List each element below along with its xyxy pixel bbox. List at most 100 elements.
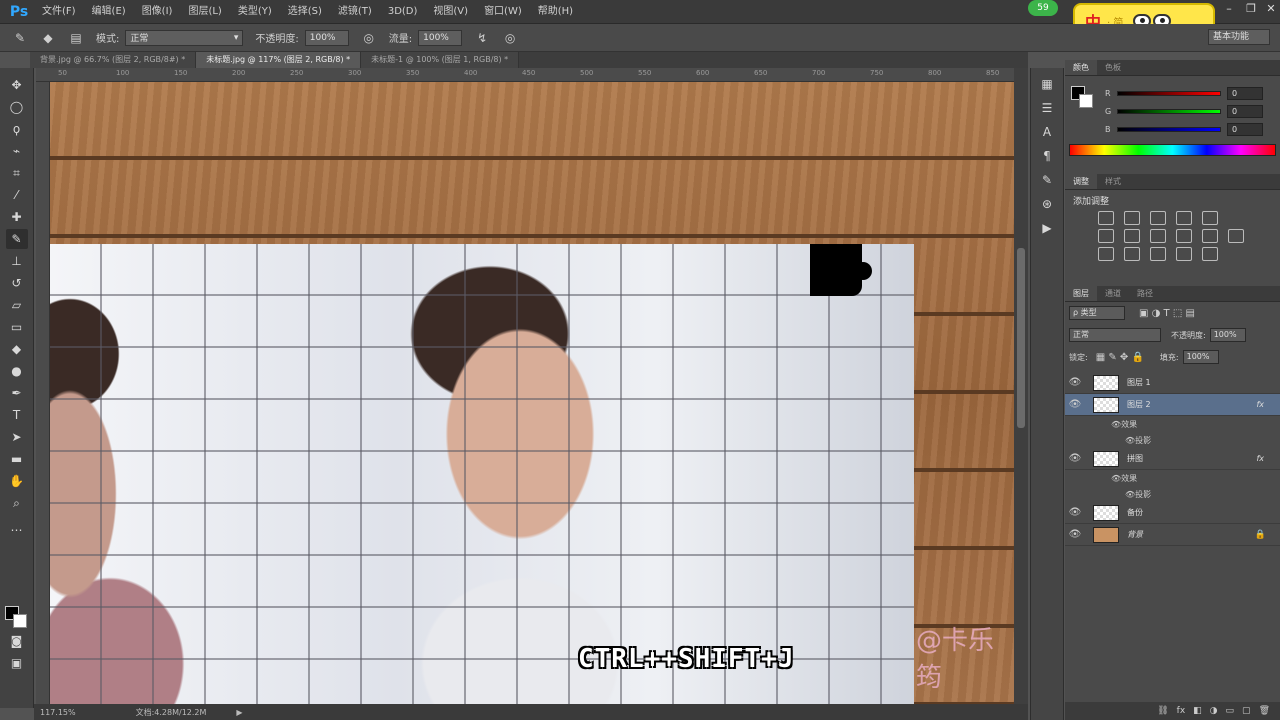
channel-value[interactable]: 0 — [1227, 104, 1263, 118]
workspace-select[interactable]: 基本功能 — [1208, 29, 1270, 45]
brush-panel-icon[interactable]: ▤ — [66, 28, 86, 48]
close-icon[interactable]: ✕ — [1260, 0, 1280, 18]
new-layer-icon[interactable]: ▢ — [1242, 706, 1251, 716]
quick-mask-icon[interactable]: ◙ — [6, 631, 28, 651]
fx-icon[interactable]: fx — [1256, 400, 1264, 409]
filter-icons[interactable]: ▣ ◑ T ⬚ ▤ — [1139, 308, 1195, 319]
tab-channels[interactable]: 通道 — [1097, 286, 1129, 301]
menu-3d[interactable]: 3D(D) — [380, 0, 426, 24]
tab-swatches[interactable]: 色板 — [1097, 60, 1129, 75]
eye-small-icon[interactable]: 👁 — [1111, 420, 1121, 429]
blend-mode-select[interactable]: 正常 — [1069, 328, 1161, 342]
history-panel-icon[interactable]: ▦ — [1036, 74, 1058, 94]
tab-styles[interactable]: 样式 — [1097, 174, 1129, 189]
invert-icon[interactable] — [1097, 247, 1114, 261]
notification-badge[interactable]: 59 — [1028, 0, 1058, 16]
more-tools-icon[interactable]: ⋯ — [6, 520, 28, 540]
brush-tool-icon[interactable]: ✎ — [5, 229, 28, 249]
blur-tool-icon[interactable]: ◆ — [6, 339, 28, 359]
exposure-icon[interactable] — [1175, 211, 1192, 225]
vibrance-icon[interactable] — [1201, 211, 1218, 225]
layer-name[interactable]: 图层 2 — [1127, 399, 1151, 410]
layer-kind-select[interactable]: ρ 类型 — [1069, 306, 1125, 320]
pressure-size-icon[interactable]: ◎ — [500, 28, 520, 48]
doc-tab-3[interactable]: 未标题-1 @ 100% (图层 1, RGB/8) * — [361, 52, 520, 68]
new-group-icon[interactable]: ▭ — [1226, 706, 1235, 716]
properties-panel-icon[interactable]: ☰ — [1036, 98, 1058, 118]
menu-image[interactable]: 图像(I) — [134, 0, 181, 24]
channel-g[interactable]: G 0 — [1065, 102, 1280, 120]
bg-color-chip[interactable] — [1079, 94, 1093, 108]
path-select-tool-icon[interactable]: ➤ — [6, 427, 28, 447]
visibility-eye-icon[interactable]: 👁 — [1065, 507, 1085, 518]
status-arrow-icon[interactable]: ▶ — [236, 708, 242, 717]
color-balance-icon[interactable] — [1123, 229, 1140, 243]
brush-preset-icon[interactable]: ✎ — [10, 28, 30, 48]
brush-panel-icon[interactable]: ✎ — [1036, 170, 1058, 190]
tab-adjustments[interactable]: 调整 — [1065, 174, 1097, 189]
layer-row[interactable]: 👁 图层 2 fx — [1065, 394, 1280, 416]
marquee-tool-icon[interactable]: ◯ — [6, 97, 28, 117]
fx-menu-icon[interactable]: fx — [1177, 706, 1186, 716]
canvas[interactable]: CTRL++SHIFT+J @卡乐筠 — [50, 82, 1014, 704]
flow-input[interactable]: 100% — [418, 29, 463, 46]
gradient-map-icon[interactable] — [1175, 247, 1192, 261]
clone-source-icon[interactable]: ⊛ — [1036, 194, 1058, 214]
photo-filter-icon[interactable] — [1175, 229, 1192, 243]
layer-opacity-input[interactable]: 100% — [1209, 328, 1246, 342]
effect-row[interactable]: 👁 投影 — [1065, 432, 1280, 448]
airbrush-icon[interactable]: ↯ — [472, 28, 492, 48]
tab-layers[interactable]: 图层 — [1065, 286, 1097, 301]
pressure-opacity-icon[interactable]: ◎ — [359, 28, 379, 48]
visibility-eye-icon[interactable]: 👁 — [1065, 399, 1085, 410]
move-tool-icon[interactable]: ✥ — [6, 75, 28, 95]
color-spectrum[interactable] — [1069, 144, 1276, 156]
posterize-icon[interactable] — [1123, 247, 1140, 261]
color-lookup-icon[interactable] — [1227, 229, 1244, 243]
maximize-icon[interactable]: ❐ — [1240, 0, 1262, 18]
layer-name[interactable]: 拼图 — [1127, 453, 1143, 464]
hand-tool-icon[interactable]: ✋ — [6, 471, 28, 491]
menu-file[interactable]: 文件(F) — [34, 0, 84, 24]
selective-color-icon[interactable] — [1201, 247, 1218, 261]
menu-filter[interactable]: 滤镜(T) — [330, 0, 380, 24]
menu-window[interactable]: 窗口(W) — [476, 0, 530, 24]
add-mask-icon[interactable]: ◧ — [1193, 706, 1202, 716]
menu-view[interactable]: 视图(V) — [425, 0, 476, 24]
channel-b[interactable]: B 0 — [1065, 120, 1280, 138]
eye-small-icon[interactable]: 👁 — [1111, 474, 1121, 483]
menu-select[interactable]: 选择(S) — [280, 0, 330, 24]
menu-type[interactable]: 类型(Y) — [230, 0, 280, 24]
eraser-tool-icon[interactable]: ▱ — [6, 295, 28, 315]
adjustment-layer-icon[interactable]: ◑ — [1210, 706, 1218, 716]
zoom-level[interactable]: 117.15% — [40, 708, 76, 717]
layer-row[interactable]: 👁 图层 1 — [1065, 372, 1280, 394]
shape-tool-icon[interactable]: ▬ — [6, 449, 28, 469]
crop-tool-icon[interactable]: ⌗ — [6, 163, 28, 183]
gradient-tool-icon[interactable]: ▭ — [6, 317, 28, 337]
minimize-icon[interactable]: – — [1218, 0, 1240, 18]
menu-layer[interactable]: 图层(L) — [180, 0, 229, 24]
eye-small-icon[interactable]: 👁 — [1125, 490, 1135, 499]
channel-slider[interactable] — [1117, 90, 1221, 96]
channel-slider[interactable] — [1117, 108, 1221, 114]
lasso-tool-icon[interactable]: ϙ — [6, 119, 28, 139]
layer-row[interactable]: 👁 备份 — [1065, 502, 1280, 524]
pen-tool-icon[interactable]: ✒ — [6, 383, 28, 403]
paragraph-panel-icon[interactable]: ¶ — [1036, 146, 1058, 166]
visibility-eye-icon[interactable]: 👁 — [1065, 529, 1085, 540]
menu-help[interactable]: 帮助(H) — [530, 0, 581, 24]
visibility-eye-icon[interactable]: 👁 — [1065, 377, 1085, 388]
channel-value[interactable]: 0 — [1227, 86, 1263, 100]
background-color-swatch[interactable] — [13, 614, 27, 628]
type-tool-icon[interactable]: T — [6, 405, 28, 425]
lock-icons[interactable]: ▦ ✎ ✥ 🔒 — [1096, 352, 1144, 363]
screen-mode-icon[interactable]: ▣ — [6, 653, 28, 673]
fx-icon[interactable]: fx — [1256, 454, 1264, 463]
layer-name[interactable]: 图层 1 — [1127, 377, 1151, 388]
tab-color[interactable]: 颜色 — [1065, 60, 1097, 75]
layer-name[interactable]: 备份 — [1127, 507, 1143, 518]
brightness-icon[interactable] — [1097, 211, 1114, 225]
hue-saturation-icon[interactable] — [1097, 229, 1114, 243]
actions-panel-icon[interactable]: ▶ — [1036, 218, 1058, 238]
